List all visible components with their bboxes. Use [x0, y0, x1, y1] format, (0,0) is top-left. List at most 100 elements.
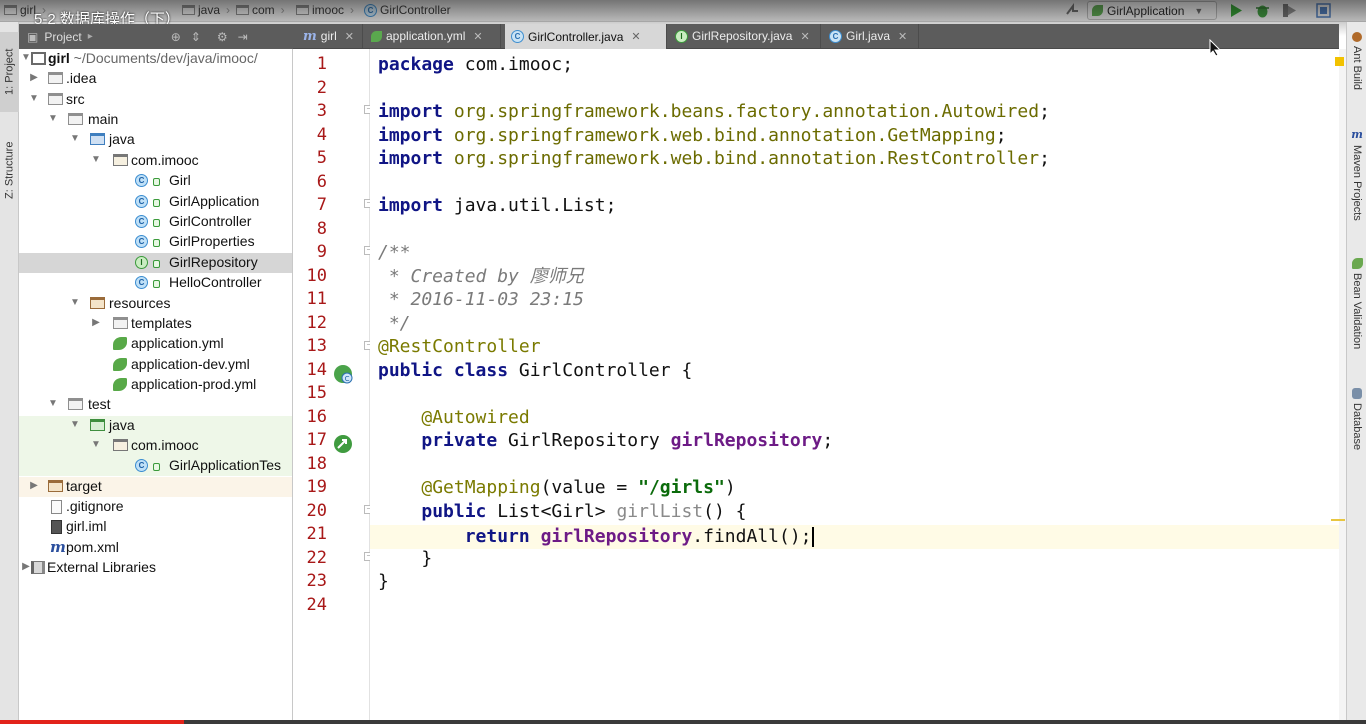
database-tool-tab[interactable]: Database	[1347, 386, 1366, 466]
tree-item-application-prod-yml[interactable]: application-prod.yml	[19, 375, 292, 395]
chevron-down-icon[interactable]: ▼	[70, 133, 80, 144]
project-panel-title[interactable]: Project	[44, 30, 81, 44]
tree-item-hellocontroller[interactable]: C HelloController	[19, 273, 292, 293]
tab-girl-java[interactable]: C Girl.java ✕	[823, 24, 919, 48]
tree-item-templates[interactable]: ▶ templates	[19, 314, 292, 334]
chevron-down-icon[interactable]: ▼	[70, 297, 80, 308]
error-stripe[interactable]	[1331, 49, 1346, 724]
project-structure-icon[interactable]	[1315, 2, 1332, 19]
folder-icon	[182, 5, 195, 15]
ant-build-tool-tab[interactable]: Ant Build	[1347, 30, 1366, 110]
spring-bean-gutter-icon[interactable]: C	[332, 363, 353, 384]
collapse-icon[interactable]: ⇕	[191, 30, 201, 44]
line-number: 22	[306, 548, 327, 568]
tree-item-java[interactable]: ▼ java	[19, 130, 292, 150]
close-icon[interactable]: ✕	[631, 30, 640, 43]
test-class-icon: C	[135, 459, 148, 472]
chevron-down-icon[interactable]: ▼	[48, 398, 58, 409]
project-tree: ▼ girl ~/Documents/dev/java/imooc/ ▶ .id…	[19, 49, 293, 724]
chevron-right-icon[interactable]: ▶	[29, 480, 39, 491]
chevron-down-icon[interactable]: ▸	[88, 31, 93, 42]
build-arrow-icon[interactable]	[1064, 2, 1081, 19]
warning-indicator-icon[interactable]	[1335, 57, 1344, 66]
tree-item-girl-class[interactable]: C Girl	[19, 171, 292, 191]
ant-icon	[1352, 32, 1362, 42]
chevron-down-icon[interactable]: ▼	[91, 439, 101, 450]
chevron-down-icon[interactable]: ▼	[21, 52, 31, 63]
tree-item-girl-iml[interactable]: girl.iml	[19, 517, 292, 537]
breadcrumb-java[interactable]: java ›	[182, 3, 230, 17]
tree-item-girlproperties[interactable]: C GirlProperties	[19, 232, 292, 252]
chevron-down-icon[interactable]: ▼	[29, 93, 39, 104]
tree-item-girlapplicationtests[interactable]: C GirlApplicationTes	[19, 456, 292, 476]
tree-item-application-dev-yml[interactable]: application-dev.yml	[19, 355, 292, 375]
source-folder-icon	[90, 133, 105, 145]
structure-tool-tab[interactable]: Z: Structure	[0, 122, 19, 218]
crosshair-icon[interactable]: ⊕	[171, 30, 181, 44]
folder-icon	[236, 5, 249, 15]
chevron-down-icon[interactable]: ▼	[70, 419, 80, 430]
tree-item-test-package[interactable]: ▼ com.imooc	[19, 436, 292, 456]
code-editor[interactable]: package com.imooc; import org.springfram…	[370, 49, 1339, 724]
breadcrumb-com[interactable]: com ›	[236, 3, 285, 17]
chevron-down-icon[interactable]: ▼	[91, 154, 101, 165]
tree-item-target[interactable]: ▶ target	[19, 477, 292, 497]
tab-application-yml[interactable]: application.yml ✕	[365, 24, 501, 48]
hide-icon[interactable]: ⇥	[238, 30, 248, 44]
tab-girl-pom[interactable]: m girl ✕	[297, 24, 363, 48]
maven-projects-tool-tab[interactable]: m Maven Projects	[1347, 128, 1366, 238]
line-number: 19	[306, 477, 327, 497]
run-icon[interactable]	[1227, 2, 1244, 19]
tree-item-main[interactable]: ▼ main	[19, 110, 292, 130]
tree-item-girlapplication[interactable]: C GirlApplication	[19, 192, 292, 212]
coverage-icon[interactable]	[1281, 2, 1298, 19]
lock-icon	[153, 463, 160, 471]
breadcrumb-imooc[interactable]: imooc ›	[296, 3, 354, 17]
tree-item-package[interactable]: ▼ com.imooc	[19, 151, 292, 171]
bean-validation-tool-tab[interactable]: Bean Validation	[1347, 256, 1366, 366]
chevron-right-icon[interactable]: ▶	[91, 317, 101, 328]
package-icon	[113, 154, 128, 166]
chevron-right-icon[interactable]: ▶	[29, 72, 39, 83]
code-line-3: import org.springframework.beans.factory…	[378, 101, 1050, 122]
gear-icon[interactable]: ⚙	[217, 30, 228, 44]
chevron-down-icon[interactable]: ▼	[48, 113, 58, 124]
tab-girlcontroller[interactable]: C GirlController.java ✕	[505, 24, 667, 49]
code-line-23: }	[378, 571, 389, 592]
debug-icon[interactable]	[1254, 2, 1271, 19]
tree-item-pom-xml[interactable]: m pom.xml	[19, 538, 292, 558]
spring-config-icon	[113, 358, 127, 371]
tree-item-girlrepository[interactable]: I GirlRepository	[19, 253, 292, 273]
breadcrumb-girl[interactable]: girl ›	[4, 3, 46, 17]
close-icon[interactable]: ✕	[898, 30, 907, 43]
code-line-16: @Autowired	[378, 407, 530, 428]
package-icon	[113, 439, 128, 451]
tree-item-src[interactable]: ▼ src	[19, 90, 292, 110]
close-icon[interactable]: ✕	[473, 30, 482, 43]
tree-item-external-libraries[interactable]: ▶ External Libraries	[19, 558, 292, 578]
tree-item-gitignore[interactable]: .gitignore	[19, 497, 292, 517]
breadcrumb-girlcontroller[interactable]: C GirlController	[364, 3, 451, 17]
text-caret	[811, 527, 814, 547]
tree-item-application-yml[interactable]: application.yml	[19, 334, 292, 354]
class-icon: C	[511, 30, 524, 43]
warning-marker[interactable]	[1331, 519, 1345, 521]
project-tool-tab[interactable]: 1: Project	[0, 32, 19, 112]
code-line-7: import java.util.List;	[378, 195, 617, 216]
tree-item-resources[interactable]: ▼ resources	[19, 294, 292, 314]
tab-girlrepository[interactable]: I GirlRepository.java ✕	[669, 24, 821, 48]
autowired-navigate-gutter-icon[interactable]	[332, 433, 352, 453]
svg-text:C: C	[345, 375, 350, 383]
code-line-9: /**	[378, 242, 411, 263]
tree-item-idea[interactable]: ▶ .idea	[19, 69, 292, 89]
close-icon[interactable]: ✕	[345, 30, 354, 43]
close-icon[interactable]: ✕	[800, 30, 809, 43]
chevron-right-icon[interactable]: ▶	[21, 561, 31, 572]
video-progress-bar[interactable]	[0, 720, 1366, 724]
run-configuration-select[interactable]: GirlApplication ▼	[1087, 1, 1217, 20]
tree-item-girl[interactable]: ▼ girl ~/Documents/dev/java/imooc/	[19, 49, 292, 69]
tree-item-girlcontroller[interactable]: C GirlController	[19, 212, 292, 232]
tree-item-test[interactable]: ▼ test	[19, 395, 292, 415]
tree-item-test-java[interactable]: ▼ java	[19, 416, 292, 436]
class-icon: C	[135, 235, 148, 248]
